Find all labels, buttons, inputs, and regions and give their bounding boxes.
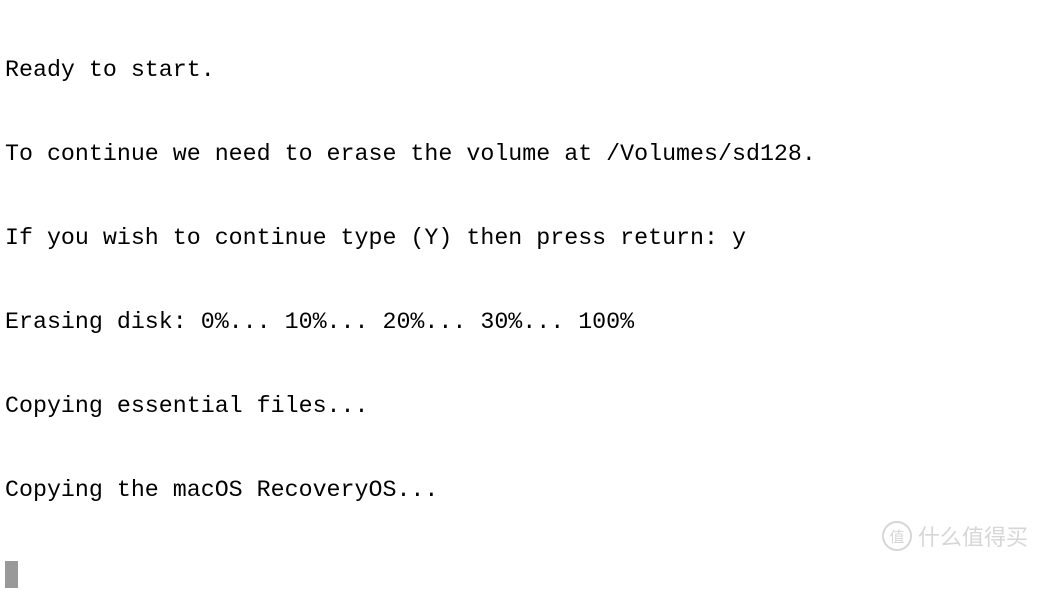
watermark: 值 什么值得买 bbox=[881, 520, 1028, 552]
terminal-line: Ready to start. bbox=[5, 57, 215, 83]
terminal-output[interactable]: Ready to start. To continue we need to e… bbox=[5, 0, 816, 616]
watermark-seal-icon: 值 bbox=[881, 521, 912, 551]
terminal-line: Copying the macOS RecoveryOS... bbox=[5, 477, 439, 503]
terminal-line: If you wish to continue type (Y) then pr… bbox=[5, 225, 746, 251]
text-cursor bbox=[5, 561, 18, 588]
watermark-text: 什么值得买 bbox=[917, 526, 1028, 551]
terminal-line: Erasing disk: 0%... 10%... 20%... 30%...… bbox=[5, 309, 635, 335]
terminal-line: To continue we need to erase the volume … bbox=[5, 141, 816, 167]
terminal-line: Copying essential files... bbox=[5, 393, 369, 419]
